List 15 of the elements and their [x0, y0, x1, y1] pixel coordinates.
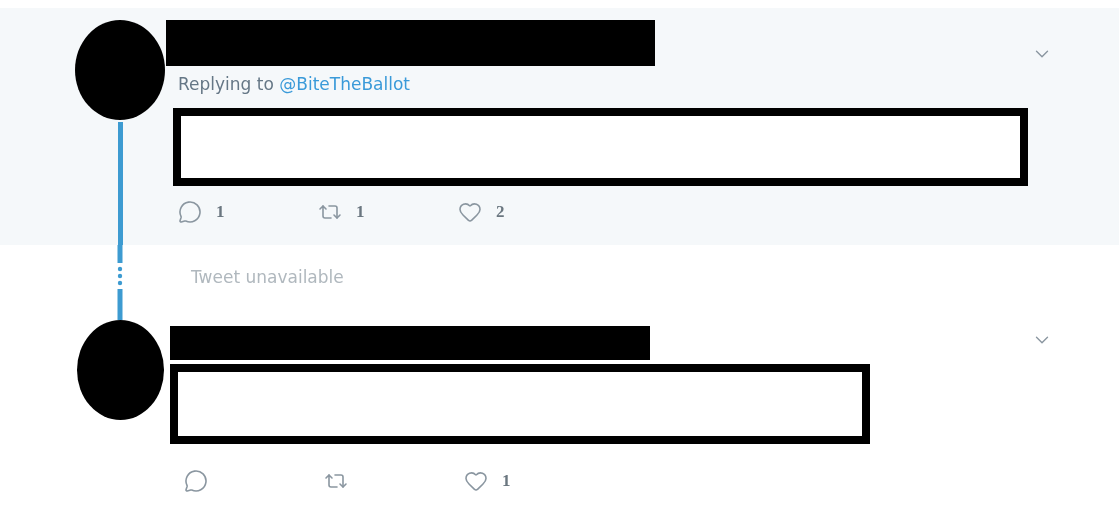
action-count: 2 — [496, 202, 505, 222]
heart-icon — [458, 200, 482, 224]
action-count: 1 — [216, 202, 225, 222]
handle-link[interactable]: @BiteTheBallot — [279, 74, 410, 94]
tweet-unavailable-text: Tweet unavailable — [191, 267, 345, 287]
reply-icon — [184, 469, 208, 493]
replying-to-text: Replying to @BiteTheBallot — [178, 74, 411, 94]
reply-button[interactable]: 1 — [178, 200, 318, 224]
reply-icon — [178, 200, 202, 224]
heart-icon — [464, 469, 488, 493]
action-count: 1 — [356, 202, 365, 222]
like-button[interactable]: 2 — [458, 200, 598, 224]
like-button[interactable]: 1 — [464, 469, 604, 493]
action-count: 1 — [502, 471, 511, 491]
retweet-button[interactable]: 1 — [318, 200, 458, 224]
